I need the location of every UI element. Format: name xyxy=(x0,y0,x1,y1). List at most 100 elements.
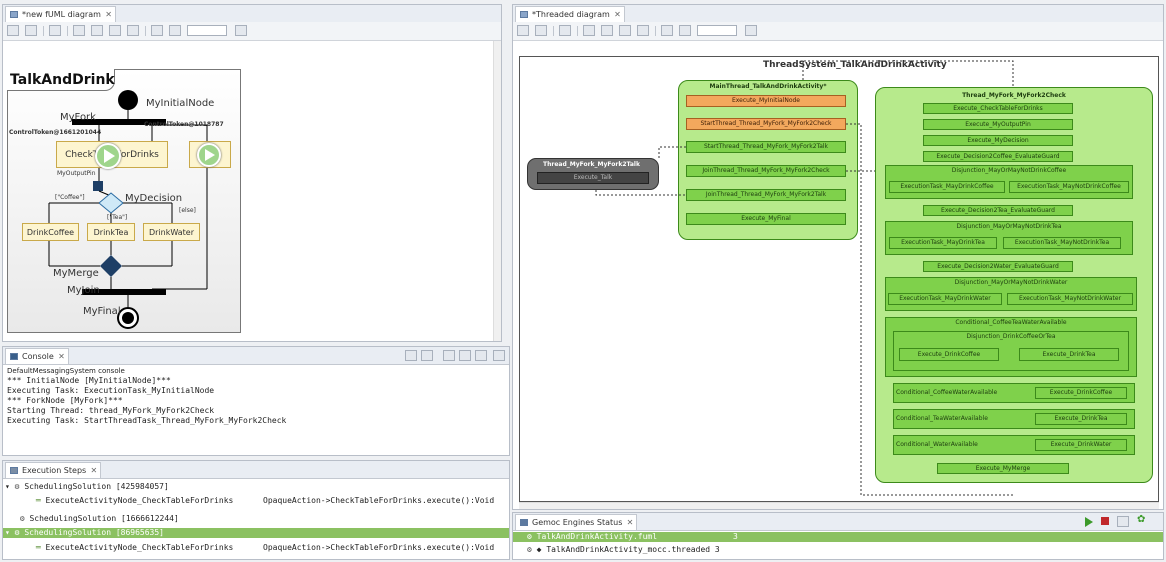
right-editor: *Threaded diagram ✕ ThreadSystem_TalkAnd… xyxy=(512,4,1164,510)
play-triangle-icon xyxy=(104,149,115,163)
zoom-out-icon[interactable] xyxy=(169,25,181,36)
disjunction-task[interactable]: ExecutionTask_MayNotDrinkTea xyxy=(1003,237,1121,249)
gear-icon: ⚙ xyxy=(19,514,25,523)
tree-row[interactable]: ═ ExecuteActivityNode_CheckTableForDrink… xyxy=(5,543,507,553)
engine-row-selected[interactable]: ⚙ TalkAndDrinkActivity.fuml 3 xyxy=(513,532,1163,542)
disjunction-task[interactable]: ExecutionTask_MayNotDrinkCoffee xyxy=(1009,181,1129,193)
chevron-down-icon[interactable]: ▾ xyxy=(5,482,10,491)
drink-tea-action[interactable]: DrinkTea xyxy=(87,223,135,241)
else-guard: [else] xyxy=(179,207,196,214)
check-task[interactable]: Execute_Decision2Tea_EvaluateGuard xyxy=(923,205,1073,216)
fork-label: MyFork xyxy=(60,112,96,123)
check-task[interactable]: Execute_MyDecision xyxy=(923,135,1073,146)
check-task[interactable]: Execute_Decision2Coffee_EvaluateGuard xyxy=(923,151,1073,162)
align-icon[interactable] xyxy=(91,25,103,36)
console-view: Console ✕ DefaultMessagingSystem console… xyxy=(2,346,510,456)
tea-guard: ["Tea"] xyxy=(107,214,128,221)
tree-row[interactable]: ═ ExecuteActivityNode_CheckTableForDrink… xyxy=(5,496,507,506)
close-icon[interactable]: ✕ xyxy=(58,349,65,364)
engine-icon: ⚙ xyxy=(527,545,532,554)
brush-icon[interactable] xyxy=(49,25,61,36)
display-console-icon[interactable] xyxy=(459,350,471,361)
tab-label: Execution Steps xyxy=(22,466,87,475)
disjunction-task[interactable]: ExecutionTask_MayDrinkWater xyxy=(888,293,1002,305)
arrange-icon[interactable] xyxy=(25,25,37,36)
left-editor: *new fUML diagram ✕ TalkAndDrink MyIniti… xyxy=(2,4,502,342)
clear-console-icon[interactable] xyxy=(405,350,417,361)
tab-execution-steps[interactable]: Execution Steps ✕ xyxy=(5,462,102,478)
shield-icon: ◆ xyxy=(536,545,542,554)
chevron-down-icon[interactable]: ▾ xyxy=(5,528,10,537)
horizontal-scrollbar[interactable] xyxy=(519,502,1159,509)
tree-row[interactable]: ⚙ SchedulingSolution [1666612244] xyxy=(5,514,507,524)
left-editor-tabbar: *new fUML diagram ✕ xyxy=(3,5,501,23)
disjunction-task[interactable]: ExecutionTask_MayNotDrinkWater xyxy=(1007,293,1133,305)
merge-task[interactable]: Execute_MyMerge xyxy=(937,463,1069,474)
tree-row[interactable]: ▾ ⚙ SchedulingSolution [425984057] xyxy=(5,482,507,492)
close-icon[interactable]: ✕ xyxy=(90,463,97,478)
execution-steps-view: Execution Steps ✕ ▾ ⚙ SchedulingSolution… xyxy=(2,460,510,560)
gemoc-engines-view: Gemoc Engines Status ✕ ✿ ⚙ TalkAndDrinkA… xyxy=(512,512,1164,560)
conditional-task[interactable]: Execute_DrinkCoffee xyxy=(1035,387,1127,399)
left-editor-toolbar xyxy=(3,22,501,41)
tree-row-selected[interactable]: ▾ ⚙ SchedulingSolution [86965635] xyxy=(3,528,509,538)
engine-icon: ⚙ xyxy=(527,532,532,541)
disjunction-task[interactable]: ExecutionTask_MayDrinkCoffee xyxy=(889,181,1005,193)
engine-icon xyxy=(520,519,528,526)
play-triangle-icon-2 xyxy=(205,149,215,161)
engine-row[interactable]: ⚙ ◆ TalkAndDrinkActivity_mocc.threaded 3 xyxy=(513,545,1163,555)
coffee-guard: ["Coffee"] xyxy=(55,194,85,201)
conditional-task[interactable]: Execute_DrinkTea xyxy=(1035,413,1127,425)
stop-icon[interactable] xyxy=(1101,517,1109,525)
conditional-task[interactable]: Execute_DrinkWater xyxy=(1035,439,1127,451)
vertical-scrollbar[interactable] xyxy=(493,41,501,341)
scroll-lock-icon[interactable] xyxy=(421,350,433,361)
settings-icon[interactable]: ✿ xyxy=(1137,514,1145,525)
check-task[interactable]: Execute_CheckTableForDrinks xyxy=(923,103,1073,114)
route-icon[interactable] xyxy=(127,25,139,36)
step-icon: ═ xyxy=(35,496,41,505)
check-task[interactable]: Execute_MyOutputPin xyxy=(923,119,1073,130)
decision-label: MyDecision xyxy=(125,193,183,204)
drink-coffee-action[interactable]: DrinkCoffee xyxy=(22,223,79,241)
tab-fuml-diagram[interactable]: *new fUML diagram ✕ xyxy=(5,6,116,22)
close-icon[interactable]: ✕ xyxy=(627,515,634,530)
zoom-select[interactable] xyxy=(187,25,227,36)
tab-gemoc-engines[interactable]: Gemoc Engines Status ✕ xyxy=(515,514,638,530)
control-token-2: ControlToken@1018787 xyxy=(144,121,224,128)
drink-water-action[interactable]: DrinkWater xyxy=(143,223,200,241)
console-line: Starting Thread: thread_MyFork_MyFork2Ch… xyxy=(7,406,215,415)
output-pin[interactable] xyxy=(93,181,103,191)
undo-icon[interactable] xyxy=(73,25,85,36)
join-label: MyJoin xyxy=(67,285,100,296)
close-icon[interactable]: ✕ xyxy=(105,7,112,22)
final-label: MyFinal xyxy=(83,306,121,317)
check-task[interactable]: Execute_Decision2Water_EvaluateGuard xyxy=(923,261,1073,272)
open-console-icon[interactable] xyxy=(475,350,487,361)
disjunction-task[interactable]: Execute_DrinkTea xyxy=(1019,348,1119,361)
step-icon: ═ xyxy=(35,543,41,552)
distribute-icon[interactable] xyxy=(109,25,121,36)
merge-node[interactable] xyxy=(100,255,122,277)
select-tool-icon[interactable] xyxy=(7,25,19,36)
gear-icon: ⚙ xyxy=(14,482,20,491)
zoom-in-icon[interactable] xyxy=(151,25,163,36)
tab-label: Console xyxy=(22,352,54,361)
pin-console-icon[interactable] xyxy=(443,350,455,361)
tab-label: Gemoc Engines Status xyxy=(532,518,623,527)
disjunction-task[interactable]: Execute_DrinkCoffee xyxy=(899,348,999,361)
initial-node[interactable] xyxy=(118,90,138,110)
view-menu-icon[interactable] xyxy=(493,350,505,361)
check-thread-title: Thread_MyFork_MyFork2Check xyxy=(962,92,1066,99)
layers-icon[interactable] xyxy=(235,25,247,36)
decision-node[interactable] xyxy=(98,192,124,214)
resume-icon[interactable] xyxy=(1085,517,1093,527)
gear-icon: ⚙ xyxy=(14,528,20,537)
remove-engines-icon[interactable] xyxy=(1117,516,1129,527)
steps-icon xyxy=(10,467,18,474)
disjunction-task[interactable]: ExecutionTask_MayDrinkTea xyxy=(889,237,997,249)
tab-console[interactable]: Console ✕ xyxy=(5,348,69,364)
tab-label: *new fUML diagram xyxy=(22,10,101,19)
output-pin-label: MyOutputPin xyxy=(57,170,96,177)
console-line: Executing Task: StartThreadTask_Thread_M… xyxy=(7,416,287,425)
